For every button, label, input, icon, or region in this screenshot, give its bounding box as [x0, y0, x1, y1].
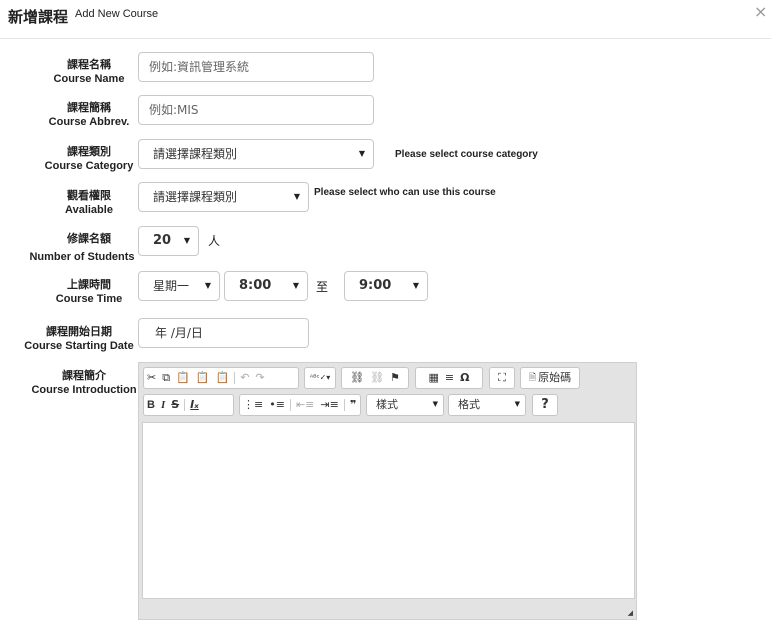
insert-group: ▦ ≡ Ω: [415, 367, 483, 389]
available-hint: Please select who can use this course: [314, 187, 496, 198]
modal-title-en: Add New Course: [75, 8, 159, 20]
time-separator: 至: [316, 280, 329, 294]
blockquote-icon[interactable]: ❞: [347, 395, 359, 415]
editor-content-area[interactable]: [142, 422, 635, 599]
copy-icon[interactable]: ⧉: [159, 368, 173, 388]
course-name-label: 課程名稱 Course Name: [53, 58, 125, 85]
start-date-label: 課程開始日期 Course Starting Date: [24, 325, 134, 352]
link-icon[interactable]: ⛓: [347, 368, 367, 388]
source-button[interactable]: 🗎 原始碼: [520, 367, 580, 389]
special-char-icon[interactable]: Ω: [457, 368, 472, 388]
source-label: 原始碼: [538, 371, 572, 384]
source-icon: 🗎: [528, 373, 537, 383]
format-dropdown[interactable]: 格式 ▼: [448, 394, 526, 416]
spellcheck-group: ᴬᴮᶜ✓▾: [304, 367, 336, 389]
paste-text-icon[interactable]: 📋: [193, 368, 213, 388]
numbered-list-icon[interactable]: ⋮≡: [240, 395, 266, 415]
anchor-icon[interactable]: ⚑: [387, 368, 403, 388]
maximize-icon[interactable]: ⛶: [495, 368, 509, 388]
students-select[interactable]: 20 ▼: [138, 226, 199, 256]
course-abbrev-label: 課程簡稱 Course Abbrev.: [48, 101, 130, 128]
help-button[interactable]: ?: [532, 394, 558, 416]
horizontal-rule-icon[interactable]: ≡: [442, 368, 457, 388]
spellcheck-icon[interactable]: ᴬᴮᶜ✓▾: [307, 368, 334, 388]
students-unit: 人: [208, 234, 221, 248]
outdent-icon[interactable]: ⇤≡: [293, 395, 317, 415]
basic-styles-group: B I S Iₓ: [143, 394, 234, 416]
bold-button[interactable]: B: [144, 395, 158, 415]
chevron-down-icon: ▼: [432, 400, 438, 408]
clipboard-group: ✂ ⧉ 📋 📋 📋 ↶ ↷: [143, 367, 299, 389]
chevron-down-icon: ▼: [514, 400, 520, 408]
bulleted-list-icon[interactable]: •≡: [266, 395, 288, 415]
styles-dropdown[interactable]: 樣式 ▼: [366, 394, 444, 416]
course-name-input[interactable]: 例如:資訊管理系統: [138, 52, 374, 82]
day-select[interactable]: 星期一 ▼: [138, 271, 220, 301]
start-time-select[interactable]: 8:00 ▼: [224, 271, 308, 301]
students-label: 修課名額 Number of Students: [29, 232, 135, 263]
modal-header: 新增課程 Add New Course ×: [0, 0, 771, 39]
paragraph-group: ⋮≡ •≡ ⇤≡ ⇥≡ ❞: [239, 394, 361, 416]
resize-grip-icon[interactable]: ◢: [628, 609, 633, 617]
paste-word-icon[interactable]: 📋: [212, 368, 232, 388]
chevron-down-icon: ▼: [293, 192, 300, 201]
available-select[interactable]: 請選擇課程類別 ▼: [138, 182, 309, 212]
rich-text-editor: ✂ ⧉ 📋 📋 📋 ↶ ↷ ᴬᴮᶜ✓▾ ⛓ ⛓ ⚑ ▦ ≡ Ω ⛶ 🗎 原始碼 …: [138, 362, 637, 620]
chevron-down-icon: ▼: [183, 236, 190, 245]
link-group: ⛓ ⛓ ⚑: [341, 367, 409, 389]
paste-icon[interactable]: 📋: [173, 368, 193, 388]
indent-icon[interactable]: ⇥≡: [317, 395, 341, 415]
table-icon[interactable]: ▦: [426, 368, 442, 388]
maximize-group: ⛶: [489, 367, 515, 389]
chevron-down-icon: ▼: [412, 281, 419, 290]
cut-icon[interactable]: ✂: [144, 368, 159, 388]
course-abbrev-input[interactable]: 例如:MIS: [138, 95, 374, 125]
chevron-down-icon: ▼: [292, 281, 299, 290]
undo-icon[interactable]: ↶: [237, 368, 252, 388]
unlink-icon[interactable]: ⛓: [367, 368, 387, 388]
strike-button[interactable]: S: [168, 395, 182, 415]
modal-title-zh: 新增課程: [8, 8, 69, 26]
chevron-down-icon: ▼: [204, 281, 211, 290]
course-category-select[interactable]: 請選擇課程類別 ▼: [138, 139, 374, 169]
end-time-select[interactable]: 9:00 ▼: [344, 271, 428, 301]
course-time-label: 上課時間 Course Time: [55, 278, 123, 305]
start-date-input[interactable]: 年 /月/日: [138, 318, 309, 348]
italic-button[interactable]: I: [158, 395, 168, 415]
chevron-down-icon: ▼: [358, 149, 365, 158]
course-intro-label: 課程簡介 Course Introduction: [31, 369, 137, 396]
remove-format-button[interactable]: Iₓ: [187, 395, 202, 415]
course-category-label: 課程類別 Course Category: [44, 145, 134, 172]
redo-icon[interactable]: ↷: [252, 368, 267, 388]
available-label: 觀看權限 Avaliable: [65, 189, 113, 216]
help-icon: ?: [541, 397, 549, 412]
course-category-hint: Please select course category: [395, 149, 538, 160]
close-icon[interactable]: ×: [754, 2, 767, 21]
